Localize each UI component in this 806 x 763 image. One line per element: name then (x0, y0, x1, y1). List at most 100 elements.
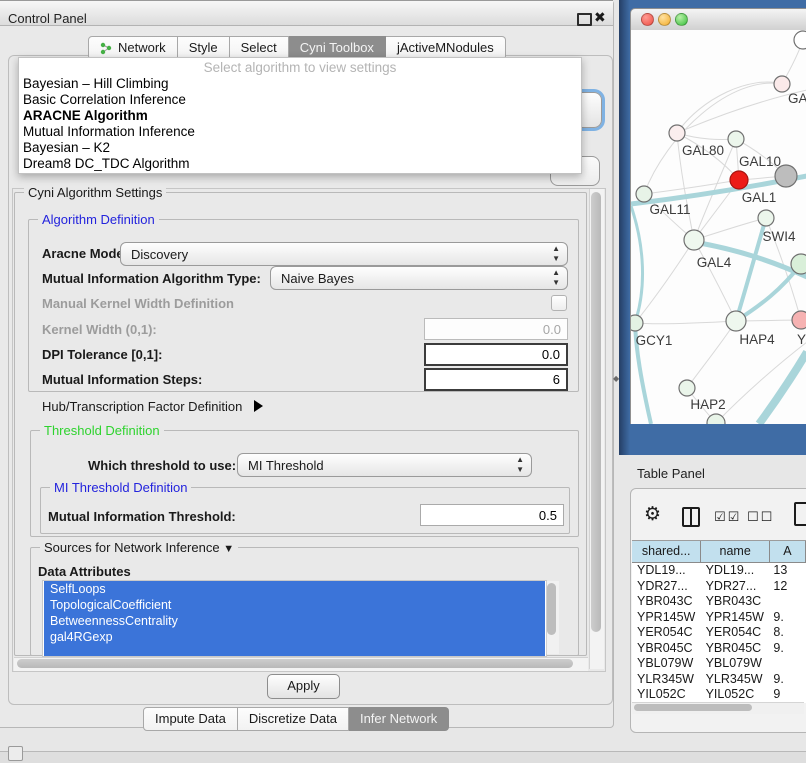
table-cell: YIL052C (701, 687, 769, 703)
network-node-label: GAL (788, 91, 806, 106)
window-minimize-icon[interactable] (658, 13, 671, 26)
network-node[interactable] (775, 165, 797, 187)
close-icon[interactable]: ✖ (594, 9, 606, 26)
aracne-mode-combobox[interactable]: Discovery ▲▼ (120, 242, 568, 266)
float-window-icon[interactable] (577, 13, 592, 26)
network-edge (677, 133, 736, 139)
table-cell: YDR27... (701, 579, 769, 595)
window-zoom-icon[interactable] (675, 13, 688, 26)
collapsed-panel-icon[interactable] (8, 746, 23, 761)
network-edge (687, 321, 736, 388)
network-node[interactable] (679, 380, 695, 396)
stepper-arrows-icon: ▲▼ (552, 268, 560, 288)
settings-vscrollbar-thumb[interactable] (591, 192, 601, 632)
attributes-scrollbar-thumb[interactable] (547, 583, 556, 635)
tab-label: Select (241, 37, 277, 59)
mi-threshold-field[interactable] (420, 504, 564, 526)
sources-legend-label: Sources for Network Inference (44, 540, 220, 555)
data-attribute-item[interactable] (44, 645, 545, 657)
network-node[interactable] (728, 131, 744, 147)
network-graph: GALGAL80GAL10GAL1GAL11SWI4GAL4GCY1HAP4YH… (631, 30, 806, 424)
new-table-icon[interactable] (794, 502, 806, 526)
network-node[interactable] (791, 254, 806, 274)
network-node[interactable] (794, 31, 806, 49)
table-cell: YDL19... (632, 563, 701, 579)
gear-icon[interactable]: ⚙ (644, 503, 661, 526)
data-attributes-list[interactable]: SelfLoopsTopologicalCoefficientBetweenne… (42, 580, 547, 657)
which-threshold-combobox[interactable]: MI Threshold ▲▼ (237, 453, 532, 477)
data-attribute-item[interactable]: TopologicalCoefficient (44, 597, 545, 613)
manual-kernel-checkbox[interactable] (551, 295, 567, 311)
table-cell: 9. (768, 641, 806, 657)
table-row[interactable]: YDL19...YDL19...13 (632, 563, 806, 579)
select-all-checks-icon[interactable]: ☑☑ (714, 509, 741, 525)
tab-infer-network[interactable]: Infer Network (349, 707, 449, 731)
network-node[interactable] (758, 210, 774, 226)
table-row[interactable]: YPR145WYPR145W9. (632, 610, 806, 626)
data-attribute-item[interactable]: BetweennessCentrality (44, 613, 545, 629)
mi-type-combobox[interactable]: Naive Bayes ▲▼ (270, 266, 568, 290)
aracne-mode-label: Aracne Mode: (42, 246, 128, 261)
table-row[interactable]: YBR043CYBR043C (632, 594, 806, 610)
algorithm-option[interactable]: ARACNE Algorithm (19, 108, 581, 124)
tab-label: Infer Network (360, 708, 437, 730)
stepper-arrows-icon: ▲▼ (552, 244, 560, 264)
network-node-label: GAL11 (649, 202, 690, 217)
network-node[interactable] (669, 125, 685, 141)
mi-threshold-legend: MI Threshold Definition (50, 480, 191, 495)
data-attribute-item[interactable]: SelfLoops (44, 581, 545, 597)
table-cell: YER054C (632, 625, 701, 641)
network-node[interactable] (730, 171, 748, 189)
mi-threshold-label: Mutual Information Threshold: (48, 509, 236, 524)
kernel-width-label: Kernel Width (0,1): (42, 322, 157, 337)
hub-definition-label: Hub/Transcription Factor Definition (42, 399, 242, 414)
network-node[interactable] (774, 76, 790, 92)
table-cell: YBR045C (701, 641, 769, 657)
table-cell: YLR345W (632, 672, 701, 688)
network-node-label: HAP4 (739, 332, 775, 347)
columns-icon[interactable] (682, 507, 700, 527)
table-row[interactable]: YBR045CYBR045C9. (632, 641, 806, 657)
table-row[interactable]: YIL052CYIL052C9 (632, 687, 806, 703)
table-row[interactable]: YER054CYER054C8. (632, 625, 806, 641)
table-cell: YLR345W (701, 672, 769, 688)
network-node[interactable] (726, 311, 746, 331)
kernel-width-field[interactable] (424, 318, 568, 340)
network-canvas[interactable]: GALGAL80GAL10GAL1GAL11SWI4GAL4GCY1HAP4YH… (630, 30, 806, 424)
table-row[interactable]: YBL079WYBL079W (632, 656, 806, 672)
algorithm-option[interactable]: Bayesian – K2 (19, 140, 581, 156)
network-node[interactable] (792, 311, 806, 329)
panel-splitter-grip[interactable]: ◆ (613, 374, 618, 383)
sources-legend[interactable]: Sources for Network Inference ▼ (40, 540, 238, 555)
settings-hscrollbar-thumb[interactable] (17, 659, 573, 668)
tab-label: Discretize Data (249, 708, 337, 730)
network-node[interactable] (631, 315, 643, 331)
network-node[interactable] (684, 230, 704, 250)
column-header-partial[interactable]: A (770, 541, 806, 562)
mi-steps-field[interactable] (424, 368, 568, 391)
table-row[interactable]: YDR27...YDR27...12 (632, 579, 806, 595)
algorithm-option[interactable]: Bayesian – Hill Climbing (19, 76, 581, 92)
table-cell: YDL19... (701, 563, 769, 579)
column-header-name[interactable]: name (701, 541, 770, 562)
tab-impute-data[interactable]: Impute Data (143, 707, 238, 731)
network-node-label: GAL10 (739, 154, 781, 169)
table-hscrollbar-thumb[interactable] (634, 704, 752, 711)
algorithm-option[interactable]: Dream8 DC_TDC Algorithm (19, 156, 581, 172)
window-close-icon[interactable] (641, 13, 654, 26)
dpi-tolerance-field[interactable] (424, 343, 568, 366)
table-row[interactable]: YLR345WYLR345W9. (632, 672, 806, 688)
hub-definition-toggle[interactable]: Hub/Transcription Factor Definition (42, 399, 263, 414)
deselect-all-checks-icon[interactable]: ☐☐ (747, 509, 774, 525)
apply-button[interactable]: Apply (267, 674, 340, 699)
table-cell: YDR27... (632, 579, 701, 595)
algorithm-option[interactable]: Basic Correlation Inference (19, 92, 581, 108)
table-header-row: shared... name A (632, 540, 806, 563)
algorithm-option[interactable]: Mutual Information Inference (19, 124, 581, 140)
network-node[interactable] (636, 186, 652, 202)
tab-discretize-data[interactable]: Discretize Data (238, 707, 349, 731)
network-window-titlebar[interactable] (630, 8, 806, 32)
column-header-shared-name[interactable]: shared... (632, 541, 701, 562)
data-attribute-item[interactable]: gal4RGexp (44, 629, 545, 645)
table-cell: 12 (768, 579, 806, 595)
